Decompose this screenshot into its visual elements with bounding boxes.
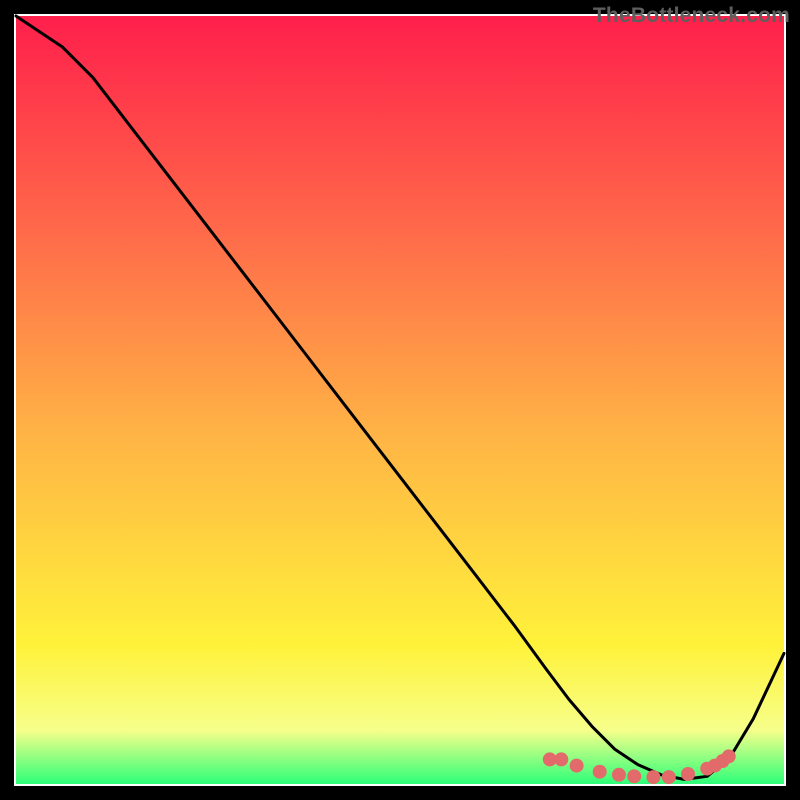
sweet-spot-dot <box>662 770 676 784</box>
sweet-spot-dot <box>681 767 695 781</box>
sweet-spot-dot <box>612 768 626 782</box>
gradient-background <box>16 16 784 784</box>
chart-container: TheBottleneck.com <box>0 0 800 800</box>
watermark-text: TheBottleneck.com <box>593 4 790 28</box>
sweet-spot-dot <box>646 770 660 784</box>
sweet-spot-dot <box>593 765 607 779</box>
bottleneck-chart <box>0 0 800 800</box>
sweet-spot-dot <box>570 759 584 773</box>
sweet-spot-dot <box>554 752 568 766</box>
sweet-spot-dot <box>627 769 641 783</box>
sweet-spot-dot <box>722 749 736 763</box>
